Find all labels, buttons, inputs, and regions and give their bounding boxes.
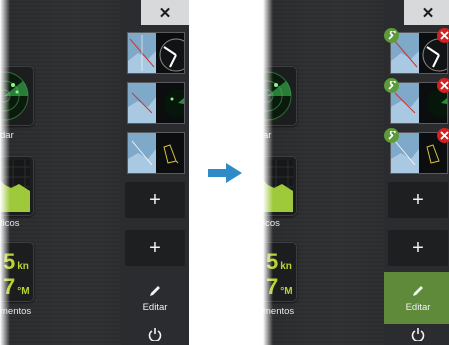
close-icon: ✕ — [158, 4, 172, 22]
distance-unit: °M — [280, 286, 293, 297]
add-favorite-button[interactable]: + — [388, 230, 448, 266]
favorite-chart-sonar[interactable] — [127, 132, 185, 174]
edge-fade — [0, 0, 10, 345]
screen-after: ar icos 5kn 7°M mentos ✕ — [263, 0, 449, 345]
favorite-chart-radar[interactable] — [127, 82, 185, 124]
edit-label: Editar — [142, 301, 168, 313]
power-button[interactable] — [121, 323, 189, 345]
delete-favorite-button[interactable] — [437, 78, 449, 93]
favorites-panel: ✕ + + Editar — [121, 0, 189, 345]
speed-unit: kn — [17, 261, 29, 272]
close-button[interactable]: ✕ — [404, 0, 449, 25]
add-favorite-button[interactable]: + — [388, 182, 448, 218]
close-button[interactable]: ✕ — [141, 0, 189, 25]
gauge-thumbnail — [156, 33, 184, 73]
close-icon: ✕ — [421, 4, 435, 22]
delete-icon — [440, 31, 449, 40]
wrench-icon — [387, 30, 396, 40]
wrench-icon — [387, 80, 396, 90]
speed-unit: kn — [280, 261, 292, 272]
chart-thumbnail — [128, 83, 156, 123]
distance-unit: °M — [17, 286, 30, 297]
power-icon — [148, 328, 162, 341]
delete-icon — [440, 81, 449, 90]
edit-label: Editar — [405, 301, 431, 313]
delete-favorite-button[interactable] — [437, 128, 449, 143]
add-favorite-button[interactable]: + — [125, 230, 185, 266]
wrench-icon — [387, 130, 396, 140]
delete-icon — [440, 131, 449, 140]
edit-favorite-button[interactable] — [384, 28, 399, 43]
edge-fade — [263, 0, 273, 345]
radar-thumbnail — [156, 83, 184, 123]
sonar-thumbnail — [156, 133, 184, 173]
arrow-right-icon — [208, 163, 242, 183]
plus-icon: + — [412, 236, 424, 259]
edit-favorite-button[interactable] — [384, 128, 399, 143]
favorite-chart-gauge[interactable] — [127, 32, 185, 74]
edit-button-active[interactable]: Editar — [384, 272, 449, 324]
plus-icon: + — [149, 236, 161, 259]
delete-favorite-button[interactable] — [437, 28, 449, 43]
chart-thumbnail — [128, 33, 156, 73]
edit-favorite-button[interactable] — [384, 78, 399, 93]
pencil-icon — [150, 285, 160, 296]
favorites-panel: ✕ + + Editar — [384, 0, 449, 345]
chart-thumbnail — [128, 133, 156, 173]
add-favorite-button[interactable]: + — [125, 182, 185, 218]
plus-icon: + — [412, 188, 424, 211]
plus-icon: + — [149, 188, 161, 211]
pencil-icon — [413, 285, 423, 296]
edit-button[interactable]: Editar — [121, 272, 189, 324]
screen-before: dar ficos 5kn 7°M mentos ✕ — [0, 0, 189, 345]
power-button[interactable] — [384, 323, 449, 345]
power-icon — [411, 328, 425, 341]
